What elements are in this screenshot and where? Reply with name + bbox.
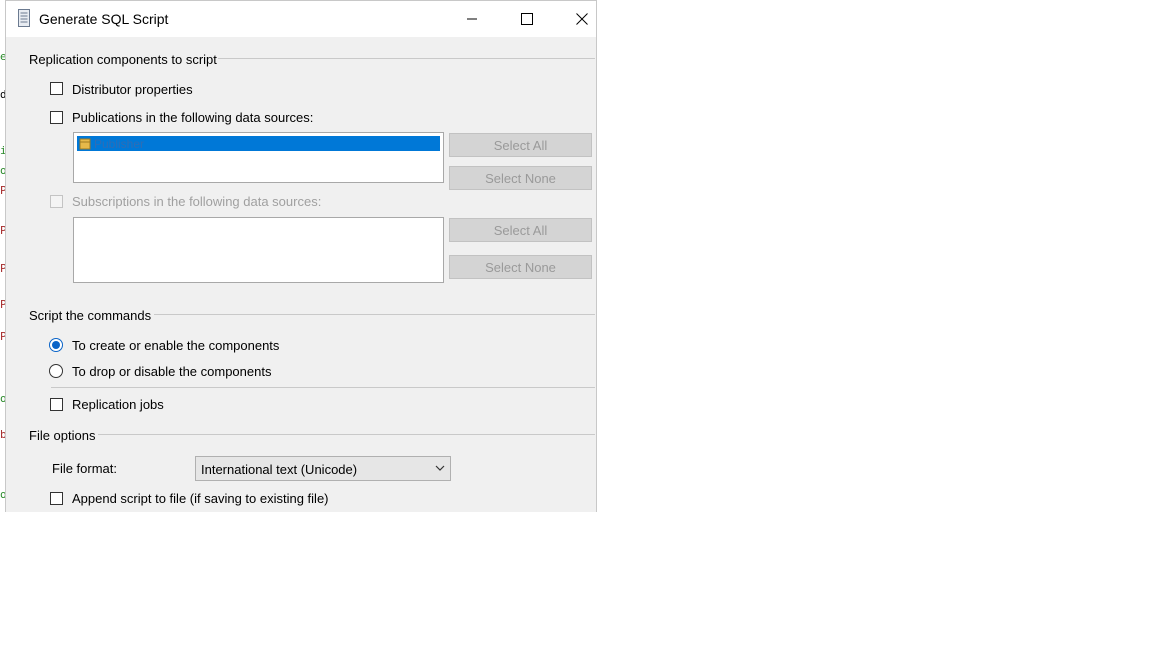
- section-divider: [154, 314, 595, 315]
- pub-select-none-button[interactable]: Select None: [449, 166, 592, 190]
- file-format-label: File format:: [52, 461, 118, 476]
- distributor-properties-label: Distributor properties: [72, 82, 193, 97]
- maximize-icon: [521, 13, 533, 25]
- file-format-select[interactable]: International text (Unicode): [195, 456, 451, 481]
- subscriptions-checkbox[interactable]: [50, 195, 63, 208]
- close-icon: [576, 13, 588, 25]
- replication-jobs-label: Replication jobs: [72, 397, 164, 412]
- replication-section-title: Replication components to script: [29, 52, 217, 67]
- sub-select-none-button[interactable]: Select None: [449, 255, 592, 279]
- replication-jobs-checkbox[interactable]: [50, 398, 63, 411]
- pub-select-all-button[interactable]: Select All: [449, 133, 592, 157]
- publications-listbox[interactable]: Publisher: [73, 132, 444, 183]
- window-title: Generate SQL Script: [39, 11, 169, 27]
- minimize-icon: [467, 18, 477, 20]
- minimize-button[interactable]: [449, 1, 495, 37]
- distributor-properties-checkbox[interactable]: [50, 82, 63, 95]
- file-format-value: International text (Unicode): [201, 462, 358, 477]
- subscriptions-listbox[interactable]: [73, 217, 444, 283]
- sub-select-all-button[interactable]: Select All: [449, 218, 592, 242]
- section-divider: [51, 387, 595, 388]
- publication-source-name: Publisher: [94, 136, 145, 151]
- database-icon: [79, 138, 91, 149]
- create-enable-label: To create or enable the components: [72, 338, 280, 353]
- publications-checkbox[interactable]: [50, 111, 63, 124]
- generate-sql-script-dialog: Generate SQL Script Replication componen…: [5, 0, 597, 512]
- create-enable-radio[interactable]: [49, 338, 63, 352]
- section-divider: [218, 58, 595, 59]
- list-item[interactable]: Publisher: [77, 136, 440, 151]
- database-script-icon: [18, 9, 30, 27]
- publications-label: Publications in the following data sourc…: [72, 110, 314, 125]
- subscriptions-label: Subscriptions in the following data sour…: [72, 194, 322, 209]
- maximize-button[interactable]: [504, 1, 550, 37]
- append-script-label: Append script to file (if saving to exis…: [72, 491, 329, 506]
- section-divider: [98, 434, 595, 435]
- drop-disable-label: To drop or disable the components: [72, 364, 272, 379]
- append-script-checkbox[interactable]: [50, 492, 63, 505]
- title-bar[interactable]: Generate SQL Script: [6, 1, 596, 37]
- close-button[interactable]: [559, 1, 596, 37]
- commands-section-title: Script the commands: [29, 308, 152, 323]
- chevron-down-icon: [435, 465, 445, 471]
- file-options-section-title: File options: [29, 428, 96, 443]
- drop-disable-radio[interactable]: [49, 364, 63, 378]
